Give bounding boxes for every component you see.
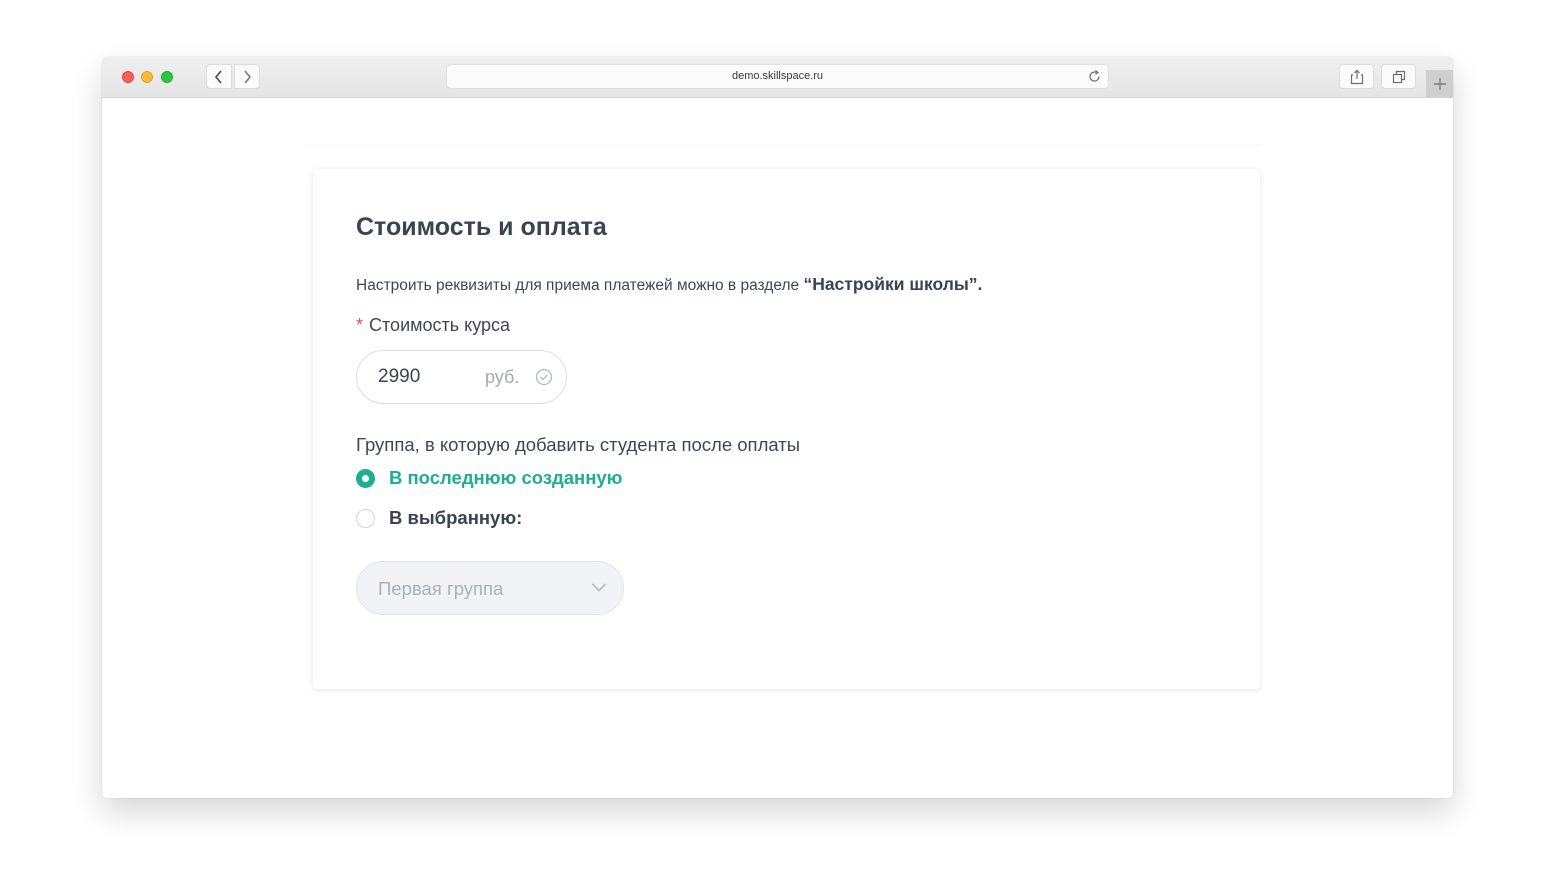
radio-checked-icon[interactable] (356, 468, 375, 488)
group-after-payment-label: Группа, в которую добавить студента посл… (356, 434, 801, 455)
course-price-value[interactable]: 2990 (378, 366, 420, 388)
group-select-value: Первая группа (378, 578, 504, 599)
school-settings-link[interactable]: “Настройки школы”. (803, 274, 982, 294)
group-select-dropdown[interactable]: Первая группа (356, 561, 624, 615)
radio-option-last-created[interactable]: В последнюю созданную (356, 466, 622, 490)
zoom-window-button[interactable] (161, 71, 173, 83)
hint-text: Настроить реквизиты для приема платежей … (356, 277, 804, 294)
share-button[interactable] (1339, 64, 1374, 89)
close-window-button[interactable] (122, 71, 134, 83)
browser-window: demo.skillspace.ru Стоимость и оплата На… (102, 57, 1453, 798)
course-price-label-text: Стоимость курса (369, 315, 511, 335)
currency-unit: руб. (485, 367, 520, 387)
browser-toolbar: demo.skillspace.ru (102, 57, 1453, 98)
plus-icon (1433, 77, 1446, 90)
payment-requisites-hint: Настроить реквизиты для приема платежей … (356, 274, 982, 295)
radio-option-selected-group[interactable]: В выбранную: (356, 506, 522, 530)
page-content: Стоимость и оплата Настроить реквизиты д… (102, 98, 1453, 798)
divider (305, 144, 1260, 146)
reload-icon[interactable] (1087, 69, 1102, 84)
address-bar[interactable]: demo.skillspace.ru (446, 64, 1109, 89)
forward-button[interactable] (234, 64, 260, 89)
minimize-window-button[interactable] (141, 71, 153, 83)
radio-unchecked-icon[interactable] (356, 508, 375, 528)
radio-label-selected-group[interactable]: В выбранную: (389, 507, 522, 529)
back-button[interactable] (206, 64, 232, 89)
required-mark: * (356, 315, 364, 335)
show-tabs-button[interactable] (1381, 64, 1416, 89)
new-tab-button[interactable] (1426, 70, 1453, 97)
chevron-right-icon (244, 69, 252, 84)
chevron-left-icon (214, 69, 222, 84)
url-text: demo.skillspace.ru (731, 70, 824, 82)
card-title: Стоимость и оплата (356, 213, 607, 241)
payment-settings-card: Стоимость и оплата Настроить реквизиты д… (313, 169, 1260, 689)
tabs-icon (1392, 70, 1405, 83)
course-price-input[interactable]: 2990 руб. (356, 350, 567, 404)
chevron-down-icon (592, 583, 606, 592)
check-circle-icon (535, 368, 553, 386)
share-icon (1350, 69, 1363, 84)
course-price-label: * Стоимость курса (356, 315, 510, 336)
radio-label-last-created[interactable]: В последнюю созданную (389, 467, 622, 489)
